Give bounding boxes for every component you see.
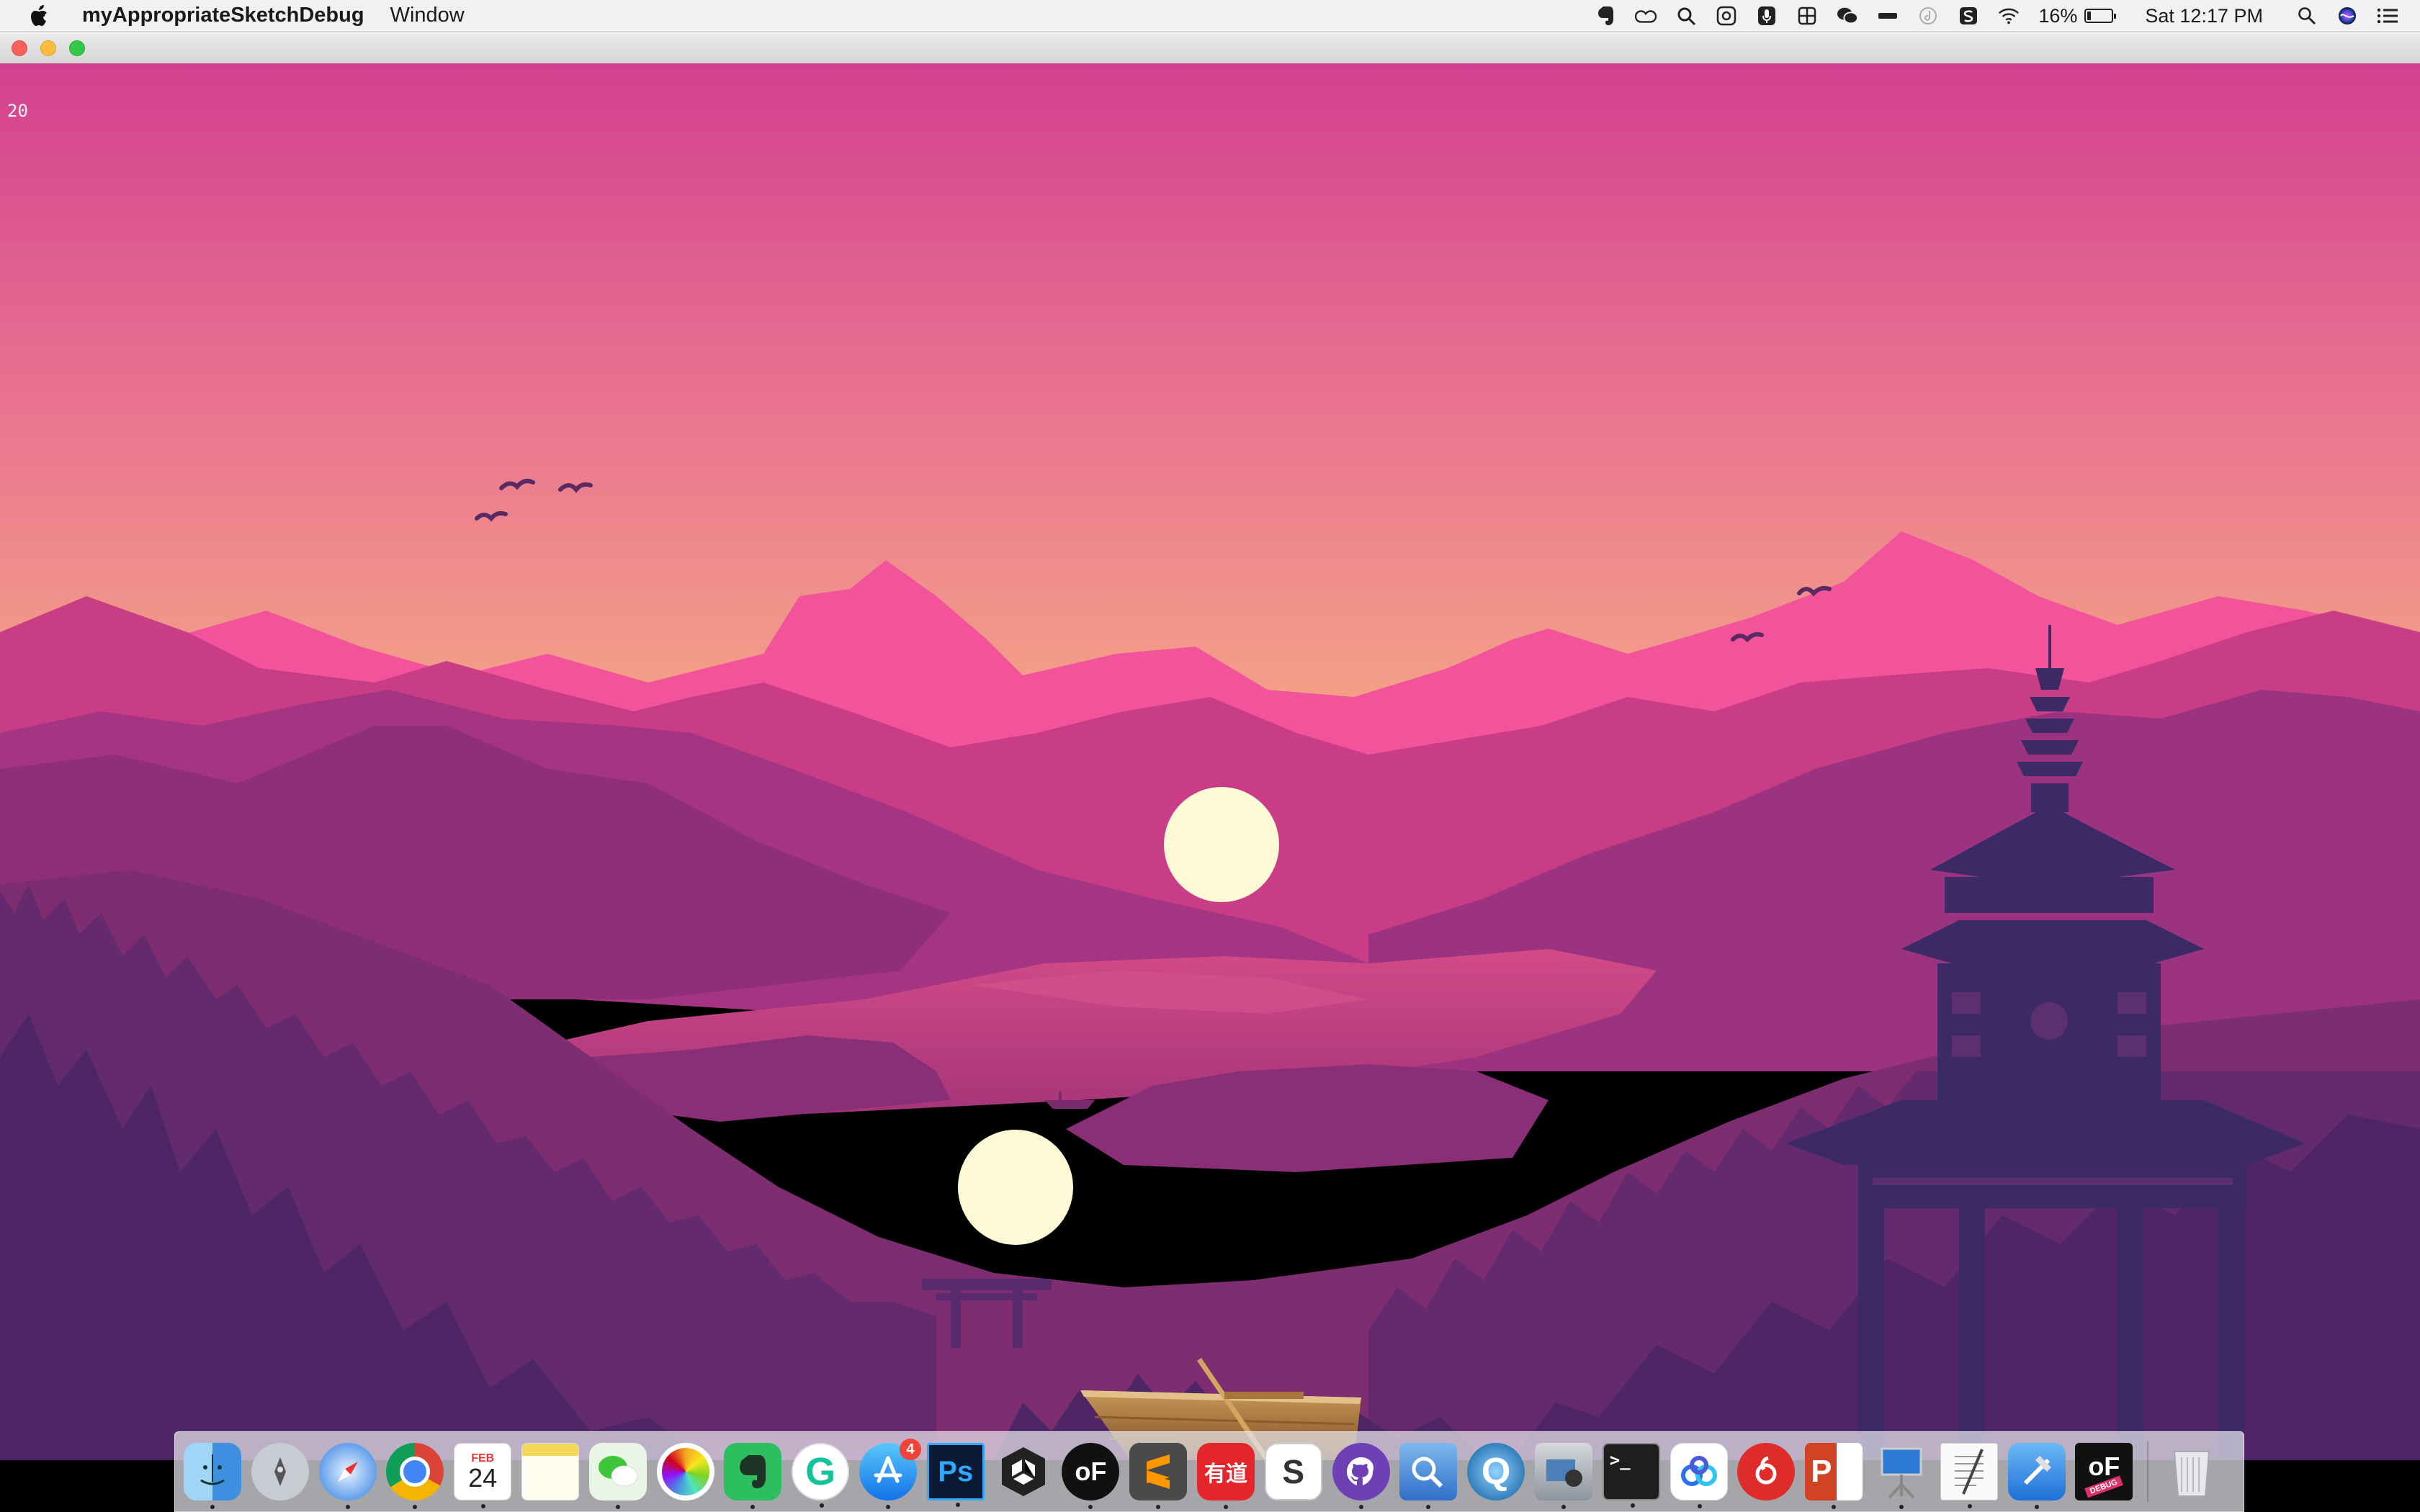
terminal-glyph: >_ (1609, 1450, 1631, 1470)
dock-separator (2147, 1441, 2149, 1502)
chrome-icon[interactable] (386, 1443, 444, 1509)
window-close-button[interactable] (12, 40, 27, 56)
quicktime-glyph: Q (1481, 1451, 1511, 1493)
circle-icon[interactable] (1917, 5, 1939, 27)
slack-icon[interactable]: S (1264, 1443, 1322, 1500)
photos-icon[interactable] (656, 1443, 714, 1500)
photoshop-icon[interactable]: Ps (926, 1443, 985, 1507)
sketch-canvas[interactable]: 20 (0, 63, 2420, 1460)
notes-icon[interactable] (521, 1443, 579, 1500)
app-name-menu[interactable]: myAppropriateSketchDebug (82, 4, 364, 27)
menu-window[interactable]: Window (390, 4, 465, 27)
battery-icon[interactable] (2084, 9, 2117, 23)
window-minimize-button[interactable] (40, 40, 56, 56)
grammarly-icon[interactable]: G (792, 1443, 850, 1508)
openframeworks-icon[interactable]: oF (1062, 1443, 1120, 1509)
apple-icon[interactable] (30, 4, 50, 27)
textedit-icon[interactable] (1940, 1443, 1998, 1508)
wechat-status-icon[interactable] (1837, 5, 1859, 27)
menu-clock[interactable]: Sat 12:17 PM (2145, 5, 2263, 27)
notification-center-icon[interactable] (2377, 5, 2398, 27)
calendar-icon[interactable]: FEB 24 (454, 1443, 512, 1508)
github-icon[interactable] (1332, 1443, 1390, 1509)
youdao-icon[interactable]: 有道 (1196, 1443, 1255, 1509)
menu-bar: myAppropriateSketchDebug Window 16% Sat … (0, 0, 2420, 32)
powerpoint-glyph: P (1811, 1454, 1832, 1489)
grid-icon[interactable] (1796, 5, 1818, 27)
spotlight-search-icon[interactable] (2296, 5, 2318, 27)
image-capture-icon[interactable] (1534, 1443, 1592, 1509)
xcode-icon[interactable] (2007, 1443, 2066, 1509)
slack-glyph: S (1282, 1453, 1305, 1490)
finder-icon[interactable] (184, 1443, 241, 1509)
sketch-s-icon[interactable] (1958, 5, 1979, 27)
terminal-icon[interactable]: >_ (1602, 1443, 1660, 1508)
landscape-scene (0, 63, 2420, 1460)
calendar-day: 24 (468, 1463, 498, 1493)
grammar-icon[interactable] (1716, 5, 1737, 27)
creative-cloud-icon[interactable] (1635, 5, 1657, 27)
app-store-badge: 4 (899, 1439, 921, 1460)
moving-ball (958, 1130, 1073, 1245)
wechat-icon[interactable] (588, 1443, 647, 1509)
status-area: 16% Sat 12:17 PM (1576, 0, 2398, 32)
netease-music-icon[interactable] (1737, 1443, 1796, 1500)
grammarly-glyph: G (805, 1450, 836, 1493)
unity-icon[interactable] (995, 1443, 1052, 1500)
app-store-icon[interactable]: 4 (859, 1439, 921, 1509)
dock: FEB 24 G 4 Ps oF 有道 S Q >_ P oF DEBUG (174, 1431, 2244, 1512)
wifi-icon[interactable] (1998, 5, 2020, 27)
quicktime-icon[interactable]: Q (1467, 1443, 1525, 1500)
battery-strip-icon[interactable] (1877, 5, 1899, 27)
launchpad-icon[interactable] (251, 1443, 309, 1500)
sublime-icon[interactable] (1129, 1443, 1188, 1509)
microphone-icon[interactable] (1756, 5, 1778, 27)
photoshop-glyph: Ps (938, 1455, 974, 1488)
openframeworks-glyph: oF (1075, 1457, 1107, 1486)
magnifier-tool-icon[interactable] (1675, 5, 1697, 27)
window-zoom-button[interactable] (69, 40, 85, 56)
window-titlebar[interactable] (0, 32, 2420, 64)
safari-icon[interactable] (318, 1443, 377, 1509)
frame-counter: 20 (7, 101, 28, 121)
evernote-icon[interactable] (724, 1443, 782, 1509)
moving-ball (1164, 787, 1279, 902)
youdao-glyph: 有道 (1204, 1462, 1247, 1486)
of-debug-icon[interactable]: oF DEBUG (2075, 1443, 2133, 1500)
battery-level (2087, 12, 2092, 20)
evernote-status-icon[interactable] (1595, 5, 1616, 27)
battery-percent: 16% (2038, 4, 2078, 27)
trash-icon[interactable] (2163, 1443, 2220, 1500)
powerpoint-icon[interactable]: P (1805, 1443, 1863, 1509)
baidu-cloud-icon[interactable] (1670, 1443, 1728, 1508)
app-window: 20 (0, 32, 2420, 1460)
siri-icon[interactable] (2336, 5, 2358, 27)
preview-icon[interactable] (1399, 1443, 1458, 1509)
keynote-icon[interactable] (1873, 1443, 1930, 1509)
